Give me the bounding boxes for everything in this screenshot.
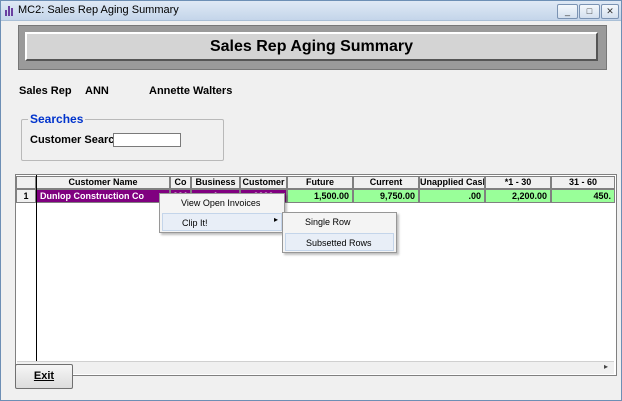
row-number[interactable]: 1 xyxy=(16,189,36,203)
sales-rep-label: Sales Rep xyxy=(19,85,72,97)
col-header-co[interactable]: Co xyxy=(170,176,191,189)
horizontal-scrollbar[interactable]: ◂ ▸ xyxy=(17,361,614,374)
col-header-customer-name[interactable]: Customer Name xyxy=(36,176,170,189)
customer-search-input[interactable] xyxy=(113,133,181,147)
window-title: MC2: Sales Rep Aging Summary xyxy=(18,4,179,16)
app-window: MC2: Sales Rep Aging Summary _ □ ✕ Sales… xyxy=(0,0,622,401)
cell-current[interactable]: 9,750.00 xyxy=(353,189,419,203)
col-header-unapplied-cash[interactable]: Unapplied Cash xyxy=(419,176,485,189)
menu-item-single-row[interactable]: Single Row xyxy=(283,213,396,231)
submenu-arrow-icon: ▸ xyxy=(274,215,279,224)
searches-group-title: Searches xyxy=(28,112,86,126)
context-menu: View Open Invoices Clip It! ▸ xyxy=(159,193,285,233)
menu-item-subsetted-rows[interactable]: Subsetted Rows xyxy=(285,233,394,251)
page-title: Sales Rep Aging Summary xyxy=(25,32,598,61)
scroll-right-icon[interactable]: ▸ xyxy=(604,362,608,371)
cell-1-30[interactable]: 2,200.00 xyxy=(485,189,551,203)
col-header-business[interactable]: Business xyxy=(191,176,240,189)
cell-future[interactable]: 1,500.00 xyxy=(287,189,353,203)
cell-31-60[interactable]: 450. xyxy=(551,189,615,203)
aging-grid: Customer Name Co Business Customer Futur… xyxy=(15,174,617,376)
exit-button-label: Exit xyxy=(33,370,55,382)
grid-corner xyxy=(16,176,36,189)
sales-rep-name: Annette Walters xyxy=(149,85,233,97)
exit-button[interactable]: Exit xyxy=(15,364,73,389)
menu-item-clip-it[interactable]: Clip It! xyxy=(162,213,282,231)
col-header-future[interactable]: Future xyxy=(287,176,353,189)
clip-it-submenu: Single Row Subsetted Rows xyxy=(282,212,397,253)
col-header-1-30[interactable]: *1 - 30 xyxy=(485,176,551,189)
row-header-divider xyxy=(36,175,37,361)
cell-unapplied-cash[interactable]: .00 xyxy=(419,189,485,203)
col-header-current[interactable]: Current xyxy=(353,176,419,189)
minimize-icon[interactable]: _ xyxy=(557,4,578,19)
bar-chart-app-icon xyxy=(5,5,15,16)
customer-search-label: Customer Search xyxy=(30,134,122,146)
sales-rep-code: ANN xyxy=(85,85,109,97)
menu-item-view-open-invoices[interactable]: View Open Invoices xyxy=(160,194,284,212)
col-header-31-60[interactable]: 31 - 60 xyxy=(551,176,615,189)
maximize-icon[interactable]: □ xyxy=(579,4,600,19)
title-banner: Sales Rep Aging Summary xyxy=(18,25,607,70)
client-area: Sales Rep Aging Summary Sales Rep ANN An… xyxy=(1,21,621,400)
title-bar[interactable]: MC2: Sales Rep Aging Summary _ □ ✕ xyxy=(1,1,621,21)
col-header-customer[interactable]: Customer xyxy=(240,176,287,189)
cell-customer-name[interactable]: Dunlop Construction Co xyxy=(36,189,170,203)
close-icon[interactable]: ✕ xyxy=(601,4,619,19)
